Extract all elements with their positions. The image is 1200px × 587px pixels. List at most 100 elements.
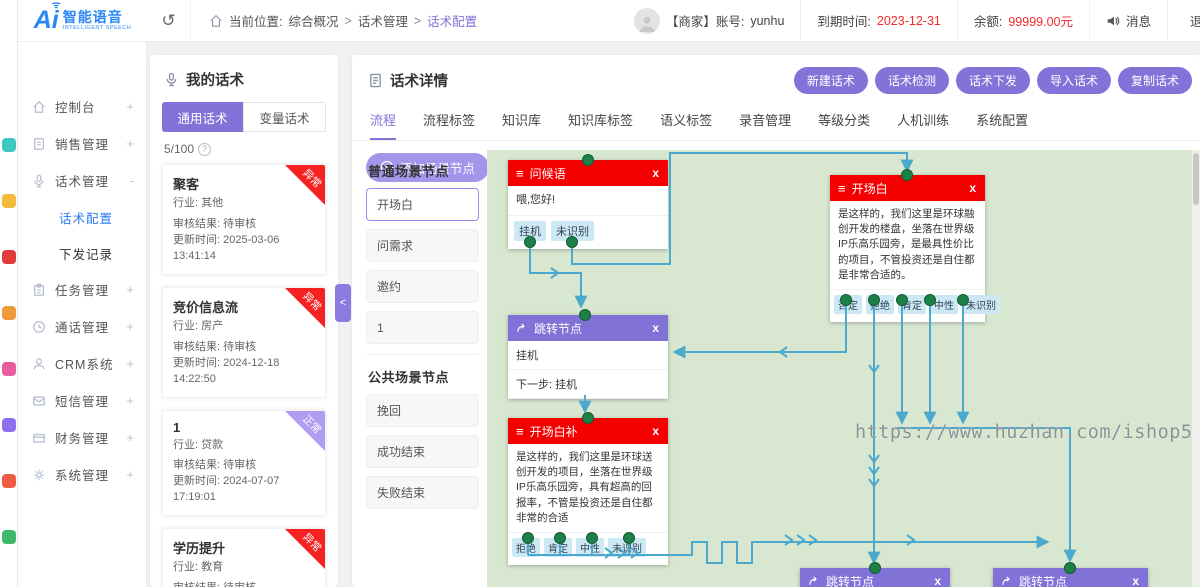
scene-item-opening[interactable]: 开场白: [366, 188, 479, 221]
scene-item-1[interactable]: 1: [366, 311, 479, 344]
label-chip[interactable]: 未识别: [608, 538, 646, 557]
dispatch-script-button[interactable]: 话术下发: [956, 67, 1030, 94]
flow-canvas[interactable]: ≡ 问候语 x 喂,您好! 挂机 未识别 ≡ 开场白 x 是这样的，我们这里是环…: [487, 150, 1200, 587]
top-bar: Aiᯤ 智能语音 INTELLIGENT SPEECH ↺ 当前位置: 综合概况…: [18, 0, 1200, 42]
import-script-button[interactable]: 导入话术: [1037, 67, 1111, 94]
script-card[interactable]: 正常 1 行业: 贷款 审核结果: 待审核 更新时间: 2024-07-07 1…: [162, 410, 326, 517]
gear-icon: [32, 468, 46, 482]
label-chip[interactable]: 拒绝: [866, 295, 894, 314]
account-info[interactable]: 【商家】账号: yunhu: [618, 0, 801, 42]
close-icon[interactable]: x: [933, 574, 942, 587]
avatar: [634, 8, 660, 34]
sidebar-item-console[interactable]: 控制台+: [18, 88, 146, 125]
flow-node-opening-extra[interactable]: ≡ 开场白补 x 是这样的，我们这里是环球送创开发的项目，坐落在世界级IP乐高乐…: [508, 418, 668, 565]
message-button[interactable]: 消息: [1089, 0, 1167, 42]
label-chip[interactable]: 拒绝: [512, 538, 540, 557]
close-icon[interactable]: x: [651, 166, 660, 180]
help-icon[interactable]: ?: [198, 143, 211, 156]
edge-app-icon[interactable]: [2, 418, 16, 432]
scene-item-fail-end[interactable]: 失败结束: [366, 476, 479, 509]
script-card[interactable]: 异常 聚客 行业: 其他 审核结果: 待审核 更新时间: 2025-03-06 …: [162, 164, 326, 275]
label-chip[interactable]: 挂机: [514, 221, 546, 241]
new-script-button[interactable]: 新建话术: [794, 67, 868, 94]
tab-flow[interactable]: 流程: [370, 110, 396, 140]
account-value: yunhu: [750, 14, 784, 28]
breadcrumb-item[interactable]: 综合概况: [288, 11, 338, 30]
sidebar-item-crm[interactable]: CRM系统+: [18, 345, 146, 382]
tab-variable-scripts[interactable]: 变量话术: [243, 102, 326, 132]
scrollbar-thumb[interactable]: [1193, 153, 1199, 205]
person-icon: [32, 357, 46, 371]
sidebar-item-scripts[interactable]: 话术管理-: [18, 162, 146, 199]
node-header[interactable]: 跳转节点 x: [993, 568, 1148, 587]
flow-node-jump-bottom-left[interactable]: 跳转节点 x: [800, 568, 950, 587]
edge-app-icon[interactable]: [2, 362, 16, 376]
close-icon[interactable]: x: [968, 181, 977, 195]
edge-app-icon[interactable]: [2, 194, 16, 208]
edge-app-icon[interactable]: [2, 474, 16, 488]
tab-grade-class[interactable]: 等级分类: [818, 110, 870, 140]
tab-ai-training[interactable]: 人机训练: [897, 110, 949, 140]
node-header[interactable]: ≡ 开场白 x: [830, 175, 985, 201]
node-header[interactable]: 跳转节点 x: [800, 568, 950, 587]
copy-script-button[interactable]: 复制话术: [1118, 67, 1192, 94]
close-icon[interactable]: x: [651, 424, 660, 438]
scene-item-winback[interactable]: 挽回: [366, 394, 479, 427]
sidebar-item-script-config[interactable]: 话术配置: [18, 199, 146, 235]
back-button[interactable]: ↺: [147, 0, 191, 42]
close-icon[interactable]: x: [1131, 574, 1140, 587]
sidebar-item-finance[interactable]: 财务管理+: [18, 419, 146, 456]
breadcrumb-item[interactable]: 话术管理: [358, 11, 408, 30]
node-header[interactable]: ≡ 开场白补 x: [508, 418, 668, 444]
close-icon[interactable]: x: [651, 321, 660, 335]
logout-button[interactable]: 退出: [1167, 0, 1200, 42]
label-chip[interactable]: 否定: [834, 295, 862, 314]
edge-app-icon[interactable]: [2, 530, 16, 544]
flow-node-greeting[interactable]: ≡ 问候语 x 喂,您好! 挂机 未识别: [508, 160, 668, 249]
label-chip[interactable]: 中性: [930, 295, 958, 314]
edge-app-icon[interactable]: [2, 306, 16, 320]
home-icon: [209, 14, 223, 28]
sidebar-item-calls[interactable]: 通话管理+: [18, 308, 146, 345]
label-chip[interactable]: 肯定: [898, 295, 926, 314]
tab-flow-labels[interactable]: 流程标签: [423, 110, 475, 140]
mail-icon: [32, 394, 46, 408]
sidebar-item-sms[interactable]: 短信管理+: [18, 382, 146, 419]
tab-knowledge-base[interactable]: 知识库: [502, 110, 541, 140]
script-card[interactable]: 异常 学历提升 行业: 教育 审核结果: 待审核 更新时间: 2025-03-3…: [162, 528, 326, 587]
sidebar-item-tasks[interactable]: 任务管理+: [18, 271, 146, 308]
sidebar-item-dispatch-records[interactable]: 下发记录: [18, 235, 146, 271]
node-header[interactable]: ≡ 问候语 x: [508, 160, 668, 186]
edge-app-icon[interactable]: [2, 138, 16, 152]
label-chip[interactable]: 肯定: [544, 538, 572, 557]
home-icon: [32, 100, 46, 114]
tab-general-scripts[interactable]: 通用话术: [162, 102, 243, 132]
flow-node-jump[interactable]: 跳转节点 x 挂机 下一步: 挂机: [508, 315, 668, 399]
sidebar-item-sales[interactable]: 销售管理+: [18, 125, 146, 162]
script-card[interactable]: 异常 竞价信息流 行业: 房产 审核结果: 待审核 更新时间: 2024-12-…: [162, 287, 326, 398]
tab-semantic-labels[interactable]: 语义标签: [660, 110, 712, 140]
tab-system-config[interactable]: 系统配置: [976, 110, 1028, 140]
flow-node-jump-bottom-right[interactable]: 跳转节点 x: [993, 568, 1148, 587]
tab-recordings[interactable]: 录音管理: [739, 110, 791, 140]
check-script-button[interactable]: 话术检测: [875, 67, 949, 94]
node-header[interactable]: 跳转节点 x: [508, 315, 668, 341]
expire-date: 2023-12-31: [877, 14, 941, 28]
sidebar-item-system[interactable]: 系统管理+: [18, 456, 146, 493]
scene-item-ask-need[interactable]: 问需求: [366, 229, 479, 262]
flow-node-opening[interactable]: ≡ 开场白 x 是这样的，我们这里是环球融创开发的楼盘，坐落在世界级IP乐高乐园…: [830, 175, 985, 322]
label-chip[interactable]: 中性: [576, 538, 604, 557]
my-scripts-panel: 我的话术 通用话术 变量话术 5/100? 异常 聚客 行业: 其他 审核结果:…: [150, 55, 338, 587]
scene-item-invite[interactable]: 邀约: [366, 270, 479, 303]
public-scene-group-title: 公共场景节点: [368, 367, 479, 386]
expire-info: 到期时间: 2023-12-31: [800, 0, 956, 42]
edge-app-icon[interactable]: [2, 250, 16, 264]
label-chip[interactable]: 未识别: [551, 221, 594, 241]
tab-knowledge-labels[interactable]: 知识库标签: [568, 110, 633, 140]
canvas-scrollbar[interactable]: [1192, 150, 1200, 587]
app-logo: Aiᯤ 智能语音 INTELLIGENT SPEECH: [18, 0, 147, 42]
desktop-edge-strip: [0, 0, 18, 587]
panel-collapse-handle[interactable]: <: [335, 284, 351, 322]
label-chip[interactable]: 未识别: [962, 295, 1000, 314]
scene-item-success-end[interactable]: 成功结束: [366, 435, 479, 468]
